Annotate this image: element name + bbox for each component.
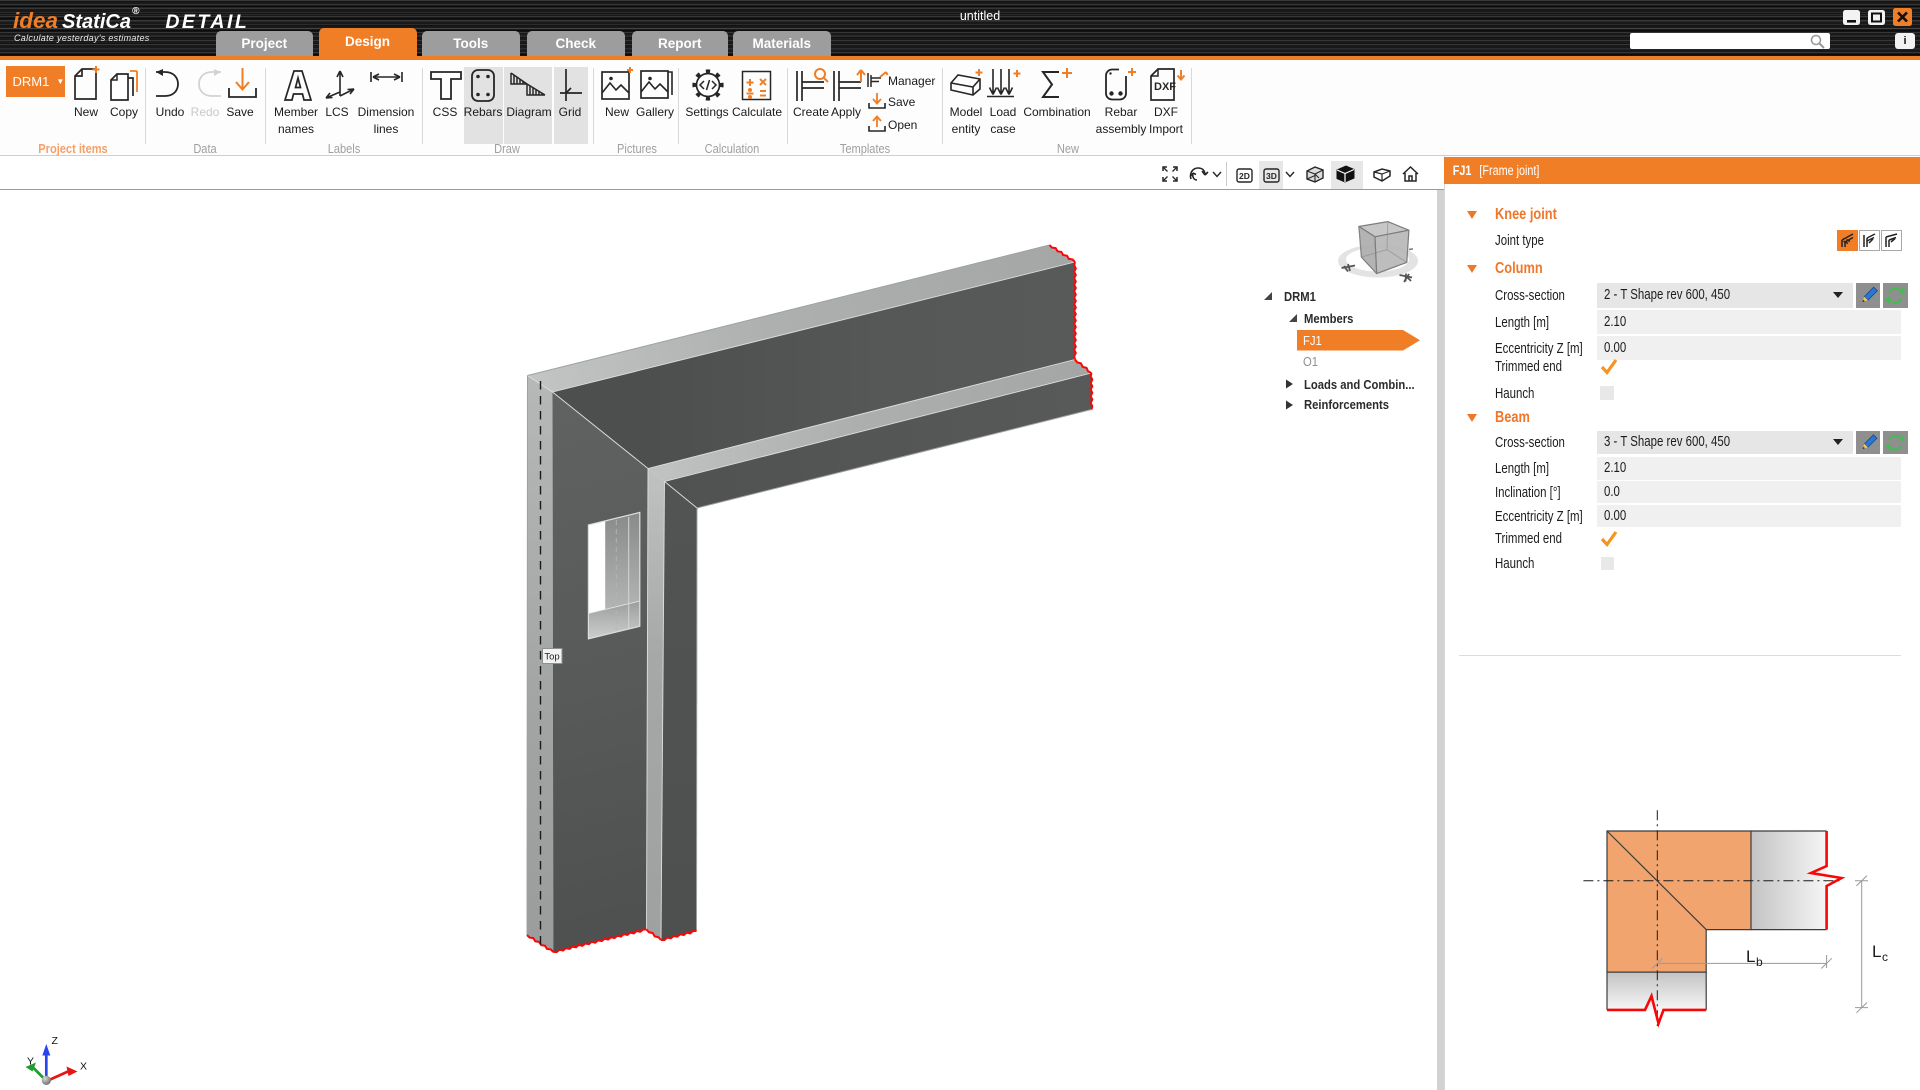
svg-text:b: b [1756, 955, 1763, 969]
svg-text:L: L [1746, 947, 1755, 966]
svg-text:3D: 3D [1266, 171, 1277, 181]
svg-text:Top: Top [544, 652, 559, 663]
svg-text:DXF: DXF [1154, 81, 1176, 93]
svg-text:Y: Y [27, 1056, 34, 1068]
svg-text:2D: 2D [1239, 171, 1250, 181]
svg-text:Z: Z [52, 1035, 59, 1047]
svg-text:X: X [80, 1061, 87, 1073]
svg-text:L: L [1872, 942, 1881, 961]
svg-text:c: c [1882, 950, 1888, 964]
